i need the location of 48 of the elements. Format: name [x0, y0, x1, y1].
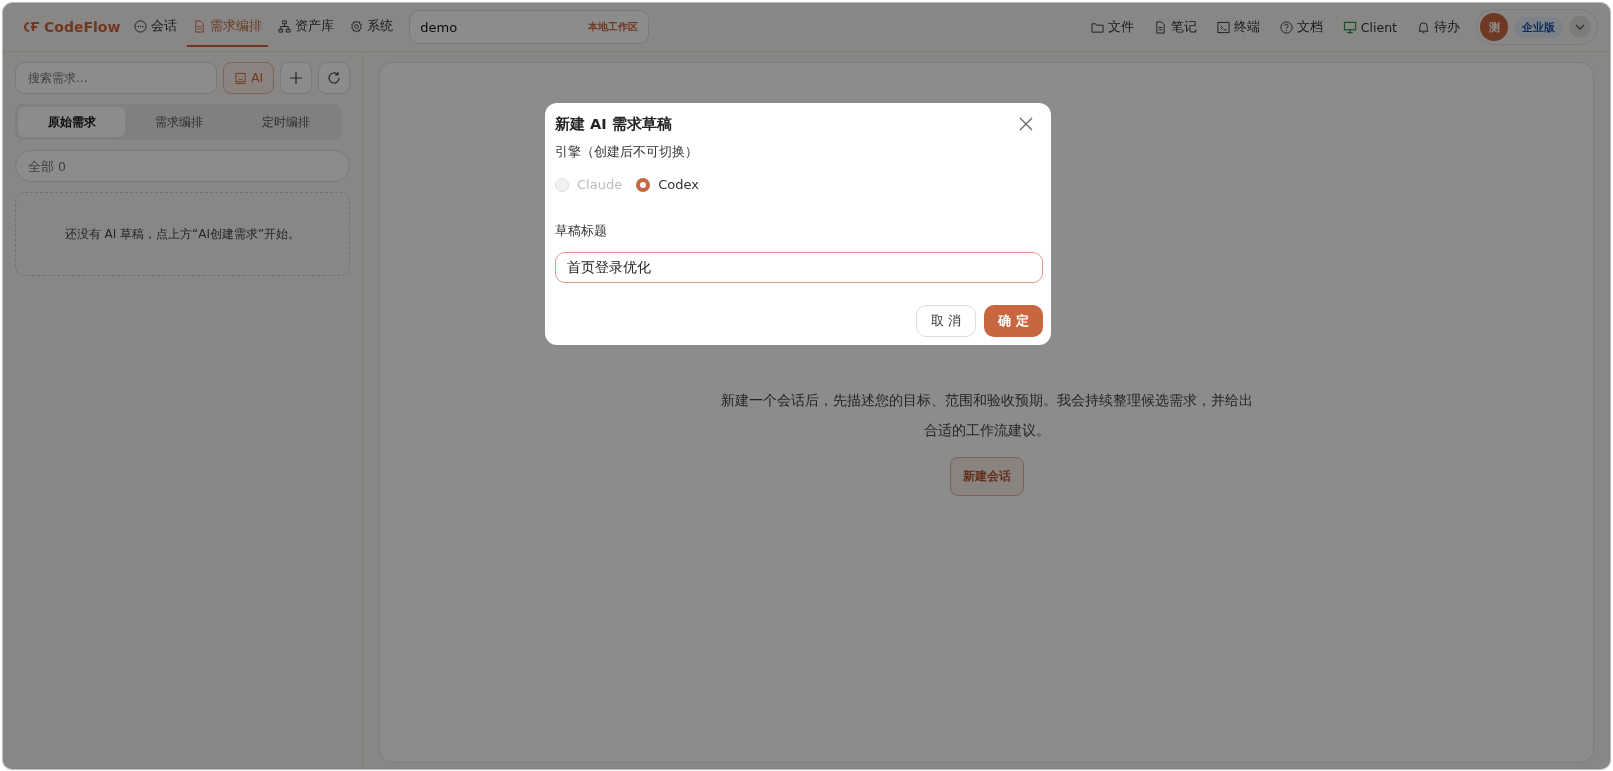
add-button[interactable] [280, 62, 312, 94]
new-session-button[interactable]: 新建会话 [949, 457, 1024, 496]
segment-tab[interactable]: 原始需求 [18, 107, 125, 137]
document-icon [193, 19, 207, 33]
refresh-icon [327, 71, 341, 85]
toolbar-button[interactable]: 文件 [1082, 14, 1142, 40]
toolbar-button[interactable]: Client [1334, 15, 1405, 39]
field-label: 引擎（创建后不可切换） [555, 143, 699, 161]
description-text: 新建一个会话后，先描述您的目标、范围和验收预期。我会持续整理候选需求，并给出合适的工作流建议。 [719, 391, 1254, 440]
help-icon [1279, 20, 1293, 34]
search-field[interactable]: 搜索需求... [15, 62, 218, 94]
plan-badge: 企业版 [1514, 16, 1563, 38]
user-avatar[interactable]: 测 [1480, 13, 1508, 41]
chevron-down-icon[interactable] [1569, 16, 1591, 38]
dialog-title: 新建 AI 需求草稿 [555, 114, 672, 134]
hierarchy-icon [278, 19, 292, 33]
bell-icon [1417, 20, 1430, 34]
document-icon [1153, 20, 1167, 34]
folder-icon [1090, 20, 1104, 34]
nav-tab[interactable]: 会话 [128, 7, 184, 47]
chat-icon [134, 19, 148, 33]
workspace-field[interactable]: demo 本地工作区 [409, 10, 650, 44]
cancel-button[interactable]: 取 消 [916, 305, 977, 337]
toolbar-button[interactable]: 待办 [1409, 14, 1468, 40]
nav-tab[interactable]: 资产库 [272, 7, 341, 47]
toolbar-button[interactable]: 终端 [1208, 14, 1268, 40]
close-icon[interactable] [1019, 117, 1033, 131]
segment-tab[interactable]: 需求编排 [125, 107, 232, 137]
logo-icon [21, 21, 41, 33]
toolbar-button[interactable]: 文档 [1271, 14, 1331, 40]
robot-icon [234, 71, 248, 85]
empty-message: 还没有 AI 草稿，点上方“AI创建需求”开始。 [64, 225, 301, 243]
refresh-button[interactable] [318, 62, 350, 94]
filter-field[interactable]: 全部 0 [15, 150, 350, 182]
confirm-button[interactable]: 确 定 [984, 305, 1043, 337]
ai-button[interactable]: AI [223, 62, 274, 94]
nav-tab[interactable]: 系统 [344, 7, 400, 47]
app-name: CodeFlow [44, 19, 121, 35]
toolbar-button[interactable]: 笔记 [1145, 14, 1205, 40]
settings-icon [350, 19, 364, 33]
segment-tab[interactable]: 定时编排 [232, 107, 339, 137]
nav-tab[interactable]: 需求编排 [187, 7, 269, 47]
monitor-icon [1342, 20, 1357, 34]
radio-option[interactable]: Codex [636, 177, 699, 192]
field-label: 草稿标题 [555, 222, 608, 240]
terminal-icon [1216, 20, 1230, 34]
title-input[interactable]: 首页登录优化 [555, 252, 1043, 283]
plus-icon [289, 71, 303, 85]
